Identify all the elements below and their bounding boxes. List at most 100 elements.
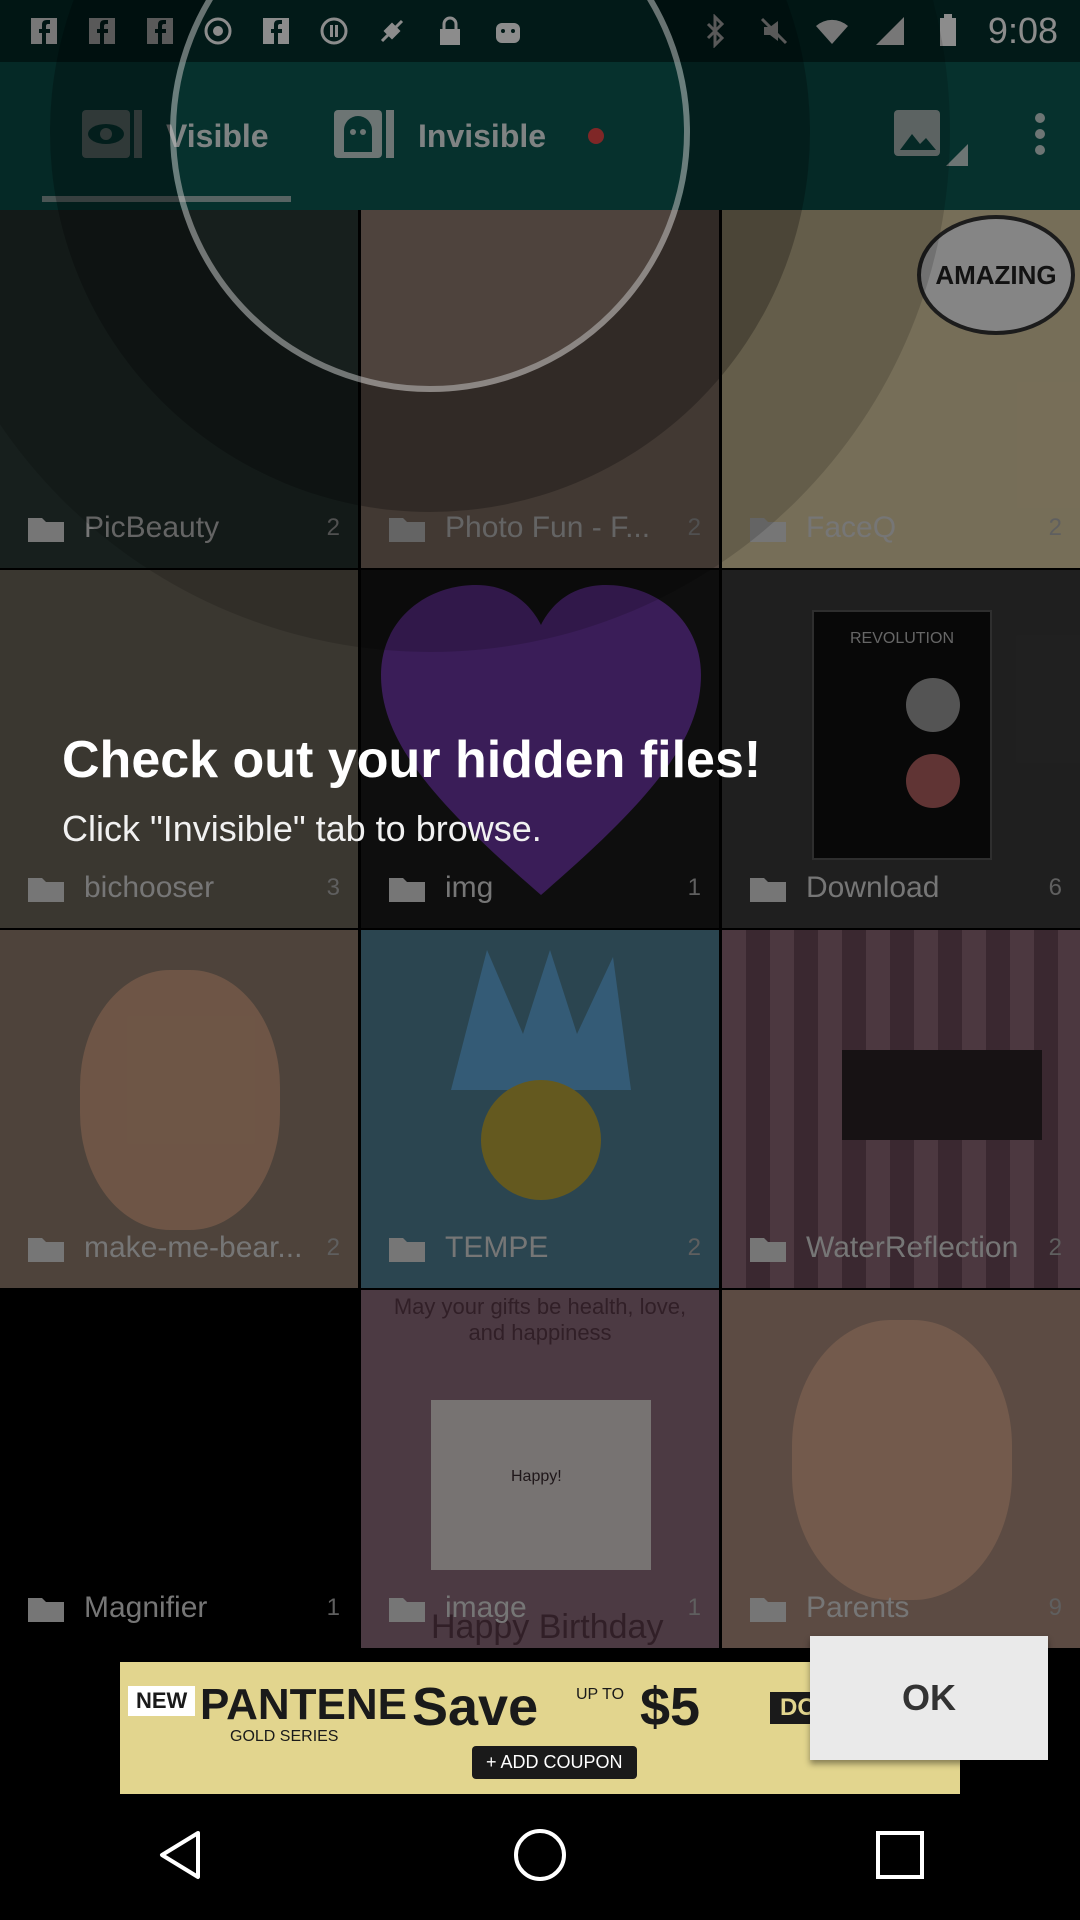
radio-icon [200, 13, 236, 49]
nav-bar [0, 1794, 1080, 1920]
folder-count: 2 [687, 514, 701, 541]
folder-count: 9 [1048, 1594, 1062, 1621]
ghost-icon [332, 108, 396, 165]
folder-caption: Magnifier 1 [0, 1568, 358, 1648]
speech-bubble: AMAZING [917, 215, 1075, 335]
folder-icon [389, 874, 425, 902]
folder-tile[interactable]: WaterReflection 2 [722, 930, 1080, 1288]
folder-icon [28, 874, 64, 902]
folder-caption: make-me-bear... 2 [0, 1208, 358, 1288]
facebook-icon [142, 13, 178, 49]
folder-tile[interactable]: Photo Fun - F... 2 [361, 210, 719, 568]
folder-name: Parents [806, 1591, 910, 1624]
compact-top [906, 678, 960, 732]
tutorial-title: Check out your hidden files! [62, 731, 762, 789]
ad-up-to: UP TO [576, 1686, 625, 1703]
ad-coupon-button[interactable]: + ADD COUPON [472, 1746, 637, 1779]
folder-tile[interactable]: TEMPE 2 [361, 930, 719, 1288]
more-icon[interactable] [1030, 110, 1050, 163]
tab-visible-label: Visible [166, 117, 269, 154]
folder-caption: FaceQ 2 [722, 488, 1080, 568]
folder-tile[interactable]: May your gifts be health, love, and happ… [361, 1290, 719, 1648]
folder-count: 2 [1048, 1234, 1062, 1261]
ok-button[interactable]: OK [810, 1636, 1048, 1760]
ad-brand: PANTENE [200, 1680, 407, 1729]
folder-icon [28, 1234, 64, 1262]
folder-tile[interactable]: Parents 9 [722, 1290, 1080, 1648]
status-time: 9:08 [987, 10, 1058, 51]
folder-count: 2 [687, 1234, 701, 1261]
face-photo [80, 970, 280, 1230]
folder-tile[interactable]: AMAZING FaceQ 2 [722, 210, 1080, 568]
app-bar: Visible Invisible [0, 62, 1080, 210]
home-icon[interactable] [510, 1825, 570, 1890]
folder-name: Magnifier [84, 1591, 208, 1624]
signal-icon [872, 13, 908, 49]
folder-name: make-me-bear... [84, 1231, 303, 1264]
amazing-text: AMAZING [935, 259, 1057, 290]
folder-tile[interactable]: PicBeauty 2 [0, 210, 358, 568]
tab-indicator [42, 196, 291, 202]
gift-top-text: May your gifts be health, love, and happ… [393, 1294, 687, 1345]
folder-caption: PicBeauty 2 [0, 488, 358, 568]
folder-icon [389, 1594, 425, 1622]
tab-visible[interactable]: Visible [80, 62, 269, 210]
folder-name: PicBeauty [84, 511, 220, 544]
lock-icon [432, 13, 468, 49]
folder-tile[interactable]: Magnifier 1 [0, 1290, 358, 1648]
folder-caption: TEMPE 2 [361, 1208, 719, 1288]
folder-icon [28, 1594, 64, 1622]
folder-tile[interactable]: REVOLUTION Download 6 [722, 570, 1080, 928]
battery-icon [930, 13, 966, 49]
tutorial-subtitle: Click "Invisible" tab to browse. [62, 808, 542, 849]
folder-count: 2 [1048, 514, 1062, 541]
gift-mid-text: Happy! [511, 1468, 562, 1485]
wifi-icon [814, 13, 850, 49]
folder-icon [750, 1594, 786, 1622]
folder-icon [389, 1234, 425, 1262]
tab-invisible[interactable]: Invisible [332, 62, 605, 210]
android-icon [490, 13, 526, 49]
recents-icon[interactable] [870, 1825, 930, 1890]
facebook-icon [26, 13, 62, 49]
folder-name: WaterReflection [806, 1231, 1019, 1264]
folder-icon [389, 514, 425, 542]
folder-icon [750, 874, 786, 902]
bed-image [842, 1050, 1042, 1140]
pause-circle-icon [316, 13, 352, 49]
revolution-text: REVOLUTION [849, 630, 954, 647]
folder-caption: WaterReflection 2 [722, 1208, 1080, 1288]
bluetooth-icon [698, 13, 734, 49]
folder-name: img [445, 871, 494, 904]
folder-count: 2 [326, 514, 340, 541]
new-indicator-dot [588, 128, 605, 144]
anime-body [481, 1080, 601, 1200]
ad-brand-sub: GOLD SERIES [230, 1728, 339, 1745]
folder-icon [750, 1234, 786, 1262]
back-icon[interactable] [150, 1825, 210, 1890]
image-icon[interactable] [886, 102, 970, 171]
folder-count: 1 [326, 1594, 340, 1621]
folder-caption: image 1 [361, 1568, 719, 1648]
folder-caption: bichooser 3 [0, 848, 358, 928]
folder-name: TEMPE [445, 1231, 549, 1264]
folder-name: image [445, 1591, 527, 1624]
facebook-icon [84, 13, 120, 49]
tab-invisible-label: Invisible [418, 117, 547, 154]
folder-tile[interactable]: make-me-bear... 2 [0, 930, 358, 1288]
ad-save: Save [412, 1677, 539, 1737]
folder-caption: img 1 [361, 848, 719, 928]
folder-caption: Download 6 [722, 848, 1080, 928]
folder-name: bichooser [84, 871, 215, 904]
folder-count: 2 [326, 1234, 340, 1261]
folder-name: Photo Fun - F... [445, 511, 651, 544]
folder-count: 1 [687, 1594, 701, 1621]
ad-amount: $5 [640, 1677, 701, 1737]
eye-icon [80, 108, 144, 165]
makeup-palette: REVOLUTION [812, 610, 992, 860]
folder-icon [750, 514, 786, 542]
no-satellite-icon [374, 13, 410, 49]
folder-count: 3 [326, 874, 340, 901]
compact-bottom [906, 754, 960, 808]
folder-name: FaceQ [806, 511, 897, 544]
